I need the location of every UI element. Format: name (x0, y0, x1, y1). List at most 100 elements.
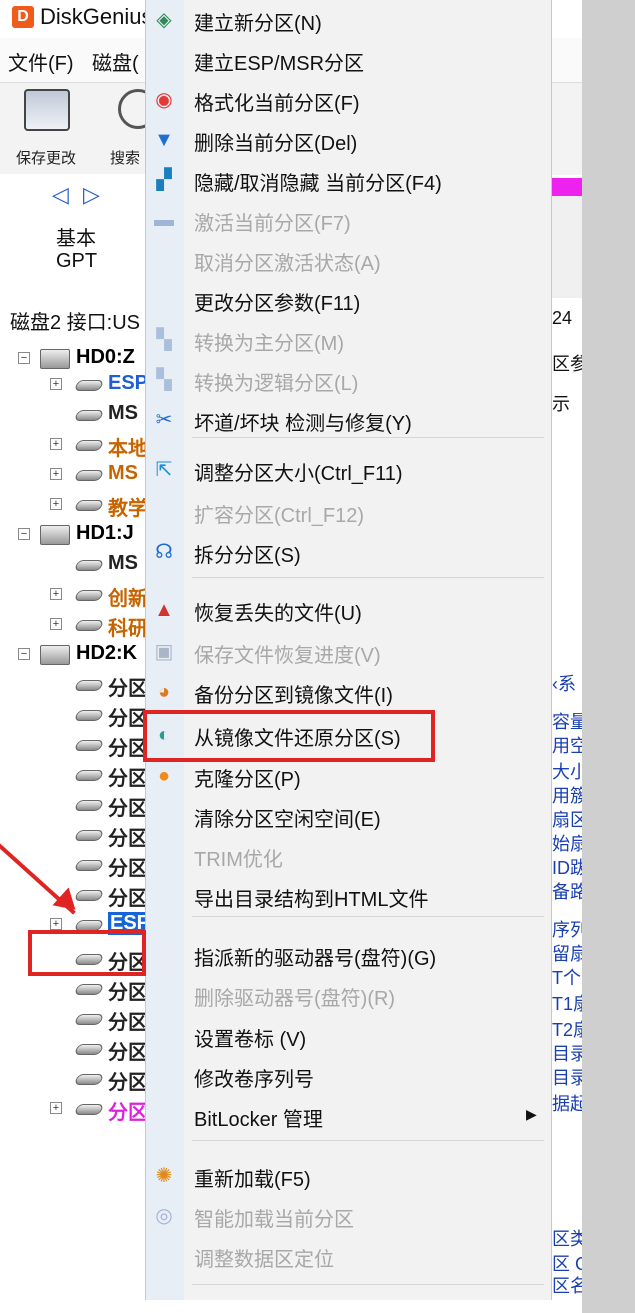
background-gray (582, 0, 635, 1313)
menu-item-label: 调整数据区定位 (194, 1249, 334, 1271)
smart-load-icon: ◎ (155, 1205, 173, 1227)
menu-item-label: 导出目录结构到HTML文件 (194, 889, 429, 911)
menu-item: 删除驱动器号(盘符)(R) (146, 975, 551, 1015)
tree-node-label: 分区 (108, 828, 148, 850)
menu-item[interactable]: ● 克隆分区(P) (146, 756, 551, 796)
param-label-fragment: 区参 (552, 354, 582, 374)
menu-item[interactable]: ◉ 格式化当前分区(F) (146, 80, 551, 120)
tree-disk-node[interactable]: − HD2:K (0, 641, 148, 669)
tree-node-label: 创新 (108, 588, 148, 610)
tree-disk-node[interactable]: − HD1:J (0, 521, 148, 549)
tree-partition-node[interactable]: MS (0, 551, 148, 579)
tree-node-label: 分区 (108, 708, 148, 730)
param-label-fragment: 备路 (552, 882, 582, 902)
expand-icon[interactable]: + (50, 438, 62, 450)
tree-partition-node[interactable]: 分区 (0, 1005, 148, 1034)
menu-item-label: 删除当前分区(Del) (194, 133, 358, 155)
menu-item[interactable]: 指派新的驱动器号(盘符)(G) (146, 935, 551, 975)
menu-item[interactable]: 清除分区空闲空间(E) (146, 796, 551, 836)
menu-item-label: 拆分分区(S) (194, 545, 301, 567)
tree-partition-node[interactable]: 分区 (0, 671, 148, 700)
tree-partition-node[interactable]: 分区 (0, 731, 148, 760)
tree-partition-node[interactable]: + 教学 (0, 491, 148, 520)
param-label-fragment: 序列 (552, 920, 582, 940)
disk-style-label: GPT (56, 250, 98, 272)
tree-partition-node[interactable]: 分区 (0, 761, 148, 790)
expand-icon[interactable]: + (50, 1102, 62, 1114)
menu-item-label: 保存文件恢复进度(V) (194, 645, 381, 667)
menu-item[interactable]: ✂ 坏道/坏块 检测与修复(Y) (146, 400, 551, 440)
menu-item-label: 指派新的驱动器号(盘符)(G) (194, 948, 437, 970)
menu-item[interactable]: ▼ 删除当前分区(Del) (146, 120, 551, 160)
menu-item-label: 隐藏/取消隐藏 当前分区(F4) (194, 173, 442, 195)
disk-navigator: ◁ ▷ 基本 GPT (0, 174, 145, 294)
collapse-icon[interactable]: − (18, 528, 30, 540)
tree-partition-node[interactable]: + 分区 (0, 1095, 148, 1124)
tree-node-label: 科研 (108, 618, 148, 640)
tree-disk-node[interactable]: − HD0:Z (0, 345, 148, 373)
menu-item[interactable]: ◈ 建立新分区(N) (146, 0, 551, 40)
tree-partition-node[interactable]: + 创新 (0, 581, 148, 610)
tree-partition-node[interactable]: 分区 (0, 1035, 148, 1064)
menu-separator (192, 916, 544, 917)
menu-file[interactable]: 文件(F) (8, 47, 74, 76)
partition-bar[interactable] (552, 178, 582, 196)
menu-disk[interactable]: 磁盘( (92, 47, 139, 76)
menu-item[interactable]: 导出目录结构到HTML文件 (146, 876, 551, 916)
partition-icon (73, 830, 105, 841)
save-changes-icon[interactable] (24, 89, 70, 131)
menu-item[interactable]: ✺ 重新加载(F5) (146, 1156, 551, 1196)
tree-partition-node[interactable]: 分区 (0, 821, 148, 850)
tree-partition-node[interactable]: + ESP (0, 371, 148, 399)
partition-icon (73, 1014, 105, 1025)
menu-item[interactable]: 设置卷标 (V) (146, 1016, 551, 1056)
tree-partition-node[interactable]: + MS (0, 461, 148, 489)
menu-item: TRIM优化 (146, 836, 551, 876)
menu-item[interactable]: ⇱ 调整分区大小(Ctrl_F11) (146, 450, 551, 490)
menu-item[interactable]: BitLocker 管理 ▶ (146, 1096, 551, 1136)
save-changes-label[interactable]: 保存更改 (16, 147, 76, 168)
menu-item: 调整数据区定位 (146, 1236, 551, 1276)
menu-item-label: 转换为逻辑分区(L) (194, 373, 359, 395)
disk-nav-arrows-icon[interactable]: ◁ ▷ (52, 182, 104, 208)
expand-icon[interactable]: + (50, 468, 62, 480)
menu-item[interactable]: 更改分区参数(F11) (146, 280, 551, 320)
tree-node-label: 分区 (108, 768, 148, 790)
tree-partition-node[interactable]: 分区 (0, 701, 148, 730)
param-label-fragment: ID跋 (552, 858, 582, 878)
collapse-icon[interactable]: − (18, 648, 30, 660)
partition-icon (73, 470, 105, 481)
tree-partition-node[interactable]: 分区 (0, 975, 148, 1004)
menu-item[interactable]: 修改卷序列号 (146, 1056, 551, 1096)
menu-separator (192, 577, 544, 578)
tree-partition-node[interactable]: 分区 (0, 1065, 148, 1094)
tree-partition-node[interactable]: 分区 (0, 791, 148, 820)
param-label-fragment: 始扇 (552, 834, 582, 854)
tree-partition-node[interactable]: + 本地 (0, 431, 148, 460)
search-label[interactable]: 搜索 (110, 147, 140, 168)
menu-item[interactable]: ☊ 拆分分区(S) (146, 532, 551, 572)
menu-item[interactable]: ▲ 恢复丢失的文件(U) (146, 590, 551, 630)
menu-item-label: 设置卷标 (V) (194, 1029, 307, 1051)
tree-partition-node[interactable]: + 科研 (0, 611, 148, 640)
menu-item[interactable]: ▞ 隐藏/取消隐藏 当前分区(F4) (146, 160, 551, 200)
param-label-fragment: T1扇 (552, 994, 582, 1014)
tree-node-label: 分区 (108, 738, 148, 760)
expand-icon[interactable]: + (50, 378, 62, 390)
expand-icon[interactable]: + (50, 588, 62, 600)
expand-icon[interactable]: + (50, 498, 62, 510)
param-label-fragment: 目录 (552, 1044, 582, 1064)
tree-node-label: 分区 (108, 858, 148, 880)
tree-node-label: 分区 (108, 1042, 148, 1064)
menu-item[interactable]: ◕ 备份分区到镜像文件(I) (146, 672, 551, 712)
menu-item-label: 恢复丢失的文件(U) (194, 603, 362, 625)
menu-item[interactable]: 建立ESP/MSR分区 (146, 40, 551, 80)
hard-disk-icon (40, 349, 70, 369)
collapse-icon[interactable]: − (18, 352, 30, 364)
partition-icon (73, 860, 105, 871)
expand-icon[interactable]: + (50, 918, 62, 930)
lifebuoy-icon: ◉ (155, 89, 173, 111)
tree-partition-node[interactable]: MS (0, 401, 148, 429)
expand-icon[interactable]: + (50, 618, 62, 630)
menu-item: ▣ 保存文件恢复进度(V) (146, 632, 551, 672)
